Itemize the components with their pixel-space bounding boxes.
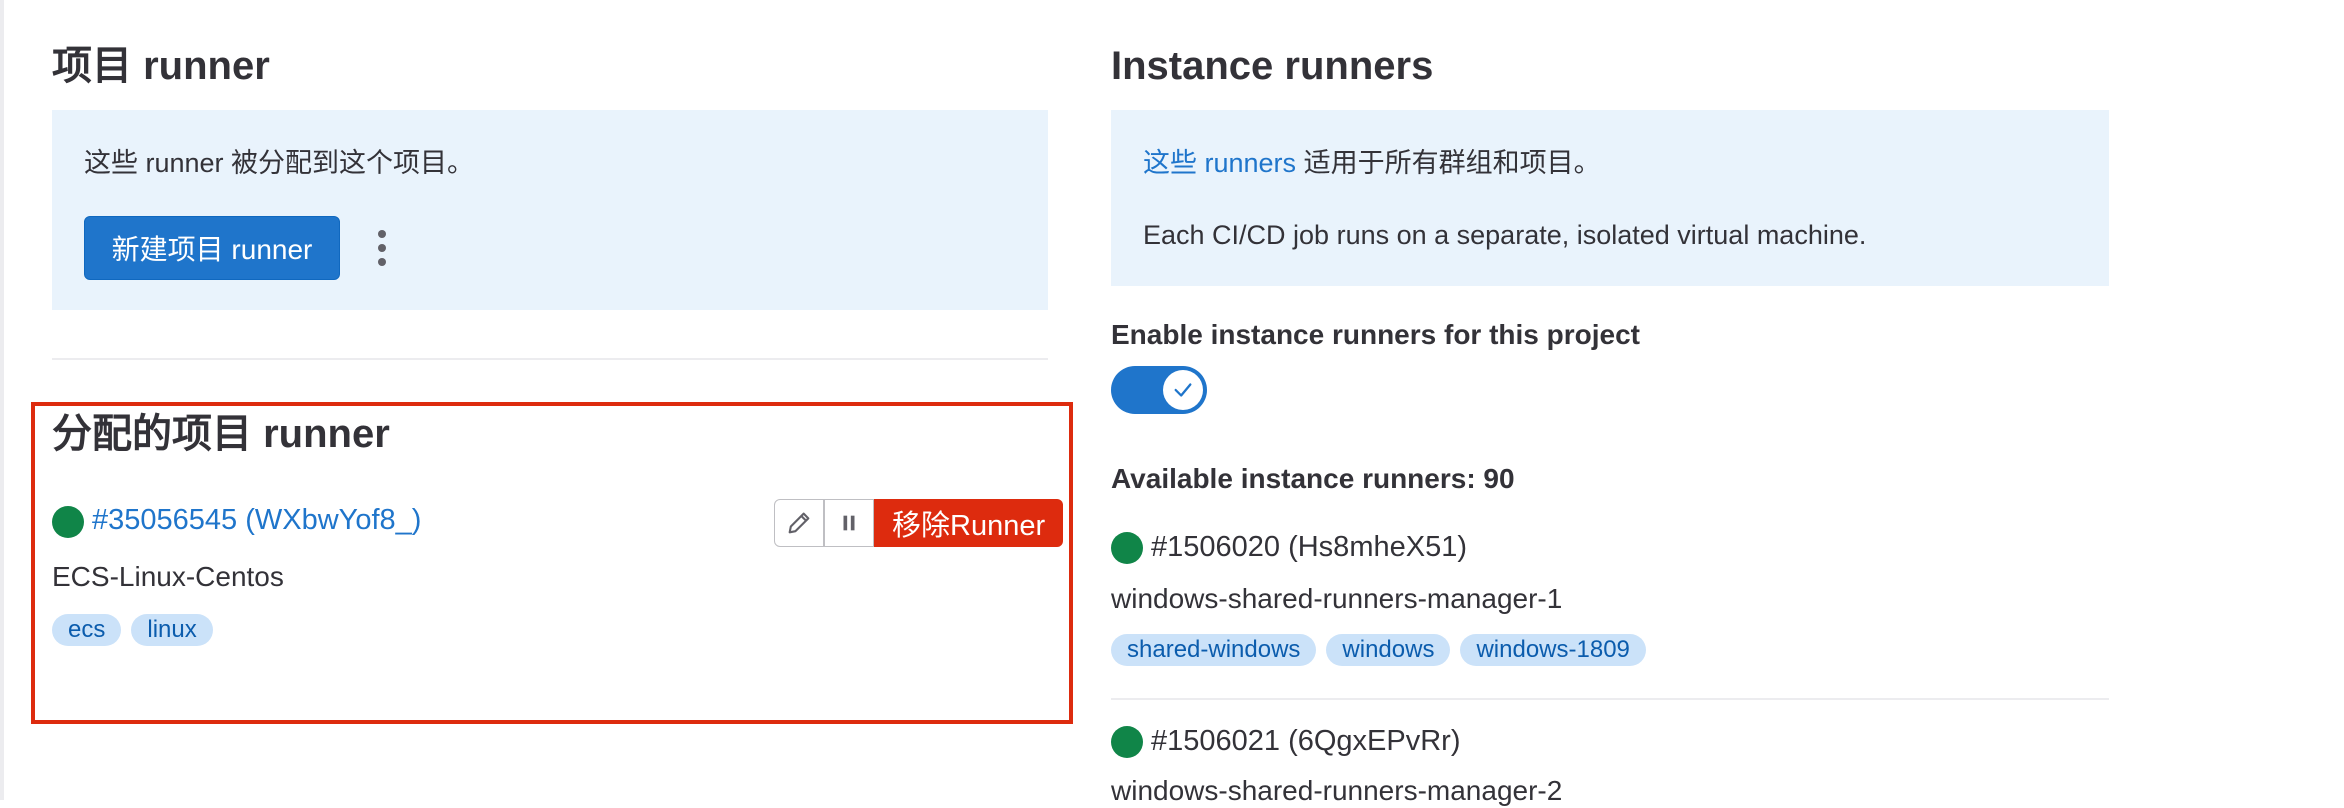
tag: windows-1809 [1460, 634, 1646, 666]
edit-runner-button[interactable] [774, 499, 824, 547]
new-project-runner-button[interactable]: 新建项目 runner [84, 216, 340, 280]
instance-runners-info-text: 这些 runners 适用于所有群组和项目。 [1143, 146, 1601, 180]
runner-actions: 移除Runner [774, 499, 1064, 547]
online-status-icon [1111, 532, 1143, 564]
kebab-vertical-icon[interactable] [372, 230, 392, 266]
toggle-knob [1163, 370, 1203, 410]
assigned-runner-link[interactable]: #35056545 (WXbwYof8_) [92, 503, 421, 537]
instance-runners-info-box: 这些 runners 适用于所有群组和项目。 Each CI/CD job ru… [1111, 110, 2109, 286]
project-runners-info-box: 这些 runner 被分配到这个项目。 新建项目 runner [52, 110, 1048, 310]
available-instance-runners-label: Available instance runners: 90 [1111, 463, 1515, 494]
runner-list-divider [1111, 698, 2109, 700]
remove-runner-button[interactable]: 移除Runner [874, 499, 1064, 547]
tag: windows [1326, 634, 1451, 666]
project-runners-title: 项目 runner [52, 44, 270, 88]
tag: linux [131, 614, 213, 646]
pause-icon [843, 515, 855, 531]
instance-runners-title: Instance runners [1111, 44, 1434, 88]
online-status-icon [52, 506, 84, 538]
pause-runner-button[interactable] [824, 499, 874, 547]
instance-runner-description: windows-shared-runners-manager-2 [1111, 775, 1563, 806]
tag: ecs [52, 614, 122, 646]
instance-runners-toggle[interactable] [1111, 366, 1207, 414]
instance-runners-info-rest: 适用于所有群组和项目。 [1296, 148, 1601, 178]
project-runners-info-text: 这些 runner 被分配到这个项目。 [84, 148, 475, 178]
section-divider [52, 358, 1048, 360]
page-left-border [0, 0, 4, 800]
enable-instance-runners-label: Enable instance runners for this project [1111, 319, 1641, 350]
online-status-icon [1111, 726, 1143, 758]
check-icon [1174, 383, 1192, 397]
instance-runners-link[interactable]: 这些 runners [1143, 148, 1296, 178]
instance-runner-id: #1506020 (Hs8mheX51) [1151, 531, 1467, 563]
assigned-runners-title: 分配的项目 runner [52, 412, 390, 456]
assigned-runner-tags: ecs linux [52, 614, 223, 646]
instance-runner-description: windows-shared-runners-manager-1 [1111, 583, 1563, 614]
instance-runners-info-line2: Each CI/CD job runs on a separate, isola… [1143, 220, 1867, 250]
tag: shared-windows [1111, 634, 1317, 666]
instance-runner-id: #1506021 (6QgxEPvRr) [1151, 725, 1461, 757]
instance-runner-tags: shared-windows windows windows-1809 [1111, 634, 1656, 666]
assigned-runner-description: ECS-Linux-Centos [52, 561, 284, 592]
pencil-icon [788, 512, 810, 534]
